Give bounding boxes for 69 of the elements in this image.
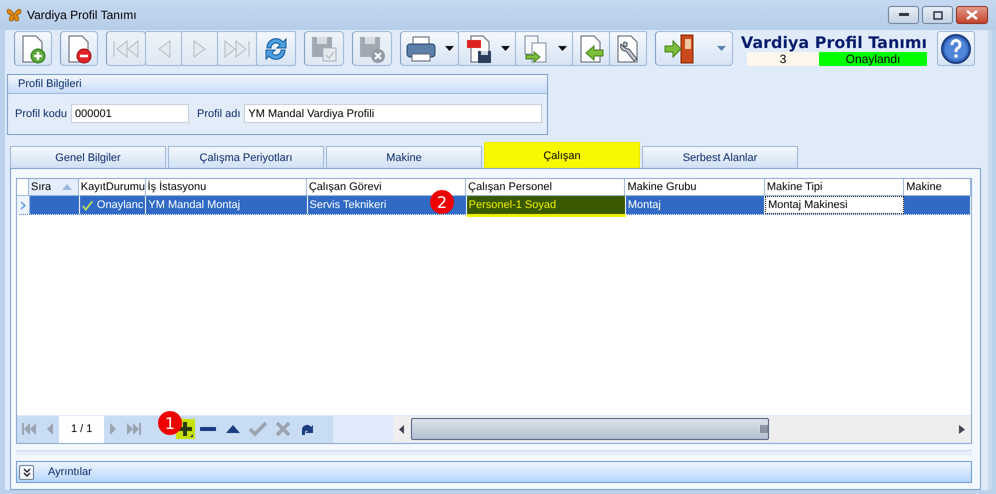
caret-icon <box>445 46 454 51</box>
scroll-left-icon <box>399 424 406 434</box>
help-button[interactable] <box>937 31 975 66</box>
table-cell: YM Mandal Montaj <box>146 196 308 214</box>
tab[interactable]: Çalışan <box>484 142 640 168</box>
tab[interactable]: Genel Bilgiler <box>10 146 166 168</box>
expand-button[interactable] <box>19 464 34 480</box>
close-icon <box>275 421 292 437</box>
minimize-icon <box>898 13 908 17</box>
minimize-button[interactable] <box>888 6 919 24</box>
maximize-button[interactable] <box>922 6 953 24</box>
column-header[interactable]: Makine Grubu <box>625 179 765 195</box>
scrollbar-thumb[interactable] <box>411 418 770 440</box>
field-label: Profil adı <box>196 108 240 120</box>
butterfly-icon <box>6 8 22 22</box>
check-icon <box>82 200 93 210</box>
table-cell: Personel-1 Soyad <box>466 196 626 217</box>
column-header[interactable]: Makine Tipi <box>764 179 904 195</box>
copy-documents-icon <box>522 34 550 64</box>
exit-button[interactable] <box>655 31 733 66</box>
window-title: Vardiya Profil Tanımı <box>27 8 137 22</box>
maximize-icon <box>932 10 942 20</box>
import-button[interactable] <box>572 31 610 66</box>
column-header[interactable]: Makine <box>904 179 971 195</box>
record-number: 3 <box>747 52 819 66</box>
caret-icon <box>500 46 510 51</box>
help-icon <box>940 32 972 64</box>
pdf-button[interactable] <box>458 31 516 66</box>
panel-title: Profil Bilgileri <box>18 78 82 90</box>
copy-button[interactable] <box>515 31 573 66</box>
column-header[interactable]: KayıtDurumu <box>78 179 146 195</box>
text-field[interactable]: YM Mandal Vardiya Profili <box>244 104 542 123</box>
column-header[interactable]: Çalışan Personel <box>466 179 626 195</box>
delete-button[interactable] <box>60 31 98 66</box>
refresh-button[interactable] <box>256 31 296 66</box>
close-button[interactable] <box>956 6 988 24</box>
page-indicator: 1 / 1 <box>59 416 104 442</box>
tab[interactable]: Çalışma Periyotları <box>168 146 324 168</box>
caret-icon <box>716 46 726 51</box>
status-label: Onaylandı <box>819 52 927 66</box>
details-title: Ayrıntılar <box>48 466 92 478</box>
check-icon <box>249 421 268 437</box>
first-record-icon <box>21 422 37 436</box>
settings-button[interactable] <box>609 31 647 66</box>
text-field[interactable]: 000001 <box>70 104 189 123</box>
first-record-icon <box>111 38 141 60</box>
chevron-icon <box>22 468 30 476</box>
last-record-icon <box>222 38 252 60</box>
column-header[interactable]: İş İstasyonu <box>146 179 307 195</box>
table-cell: Onaylanc <box>80 196 146 214</box>
horizontal-scrollbar[interactable] <box>393 416 971 442</box>
tab[interactable]: Serbest Alanlar <box>642 146 798 168</box>
table-cell: Montaj Makinesi <box>765 196 904 214</box>
tab[interactable]: Makine <box>326 146 482 168</box>
printer-icon <box>405 34 437 62</box>
pdf-save-icon <box>464 34 492 64</box>
next-record-icon <box>108 422 118 436</box>
new-button[interactable] <box>14 31 52 66</box>
sort-icon <box>62 184 72 190</box>
print-button[interactable] <box>400 31 459 66</box>
previous-record-icon <box>45 422 55 436</box>
close-icon <box>966 10 978 20</box>
row-indicator-icon <box>20 200 26 210</box>
field-label: Profil kodu <box>15 108 67 120</box>
form-title: Vardiya Profil Tanımı <box>740 32 927 52</box>
caret-icon <box>558 46 566 51</box>
column-header[interactable]: Sıra <box>29 179 79 195</box>
last-record-icon <box>126 422 142 436</box>
scroll-right-icon <box>959 424 965 434</box>
